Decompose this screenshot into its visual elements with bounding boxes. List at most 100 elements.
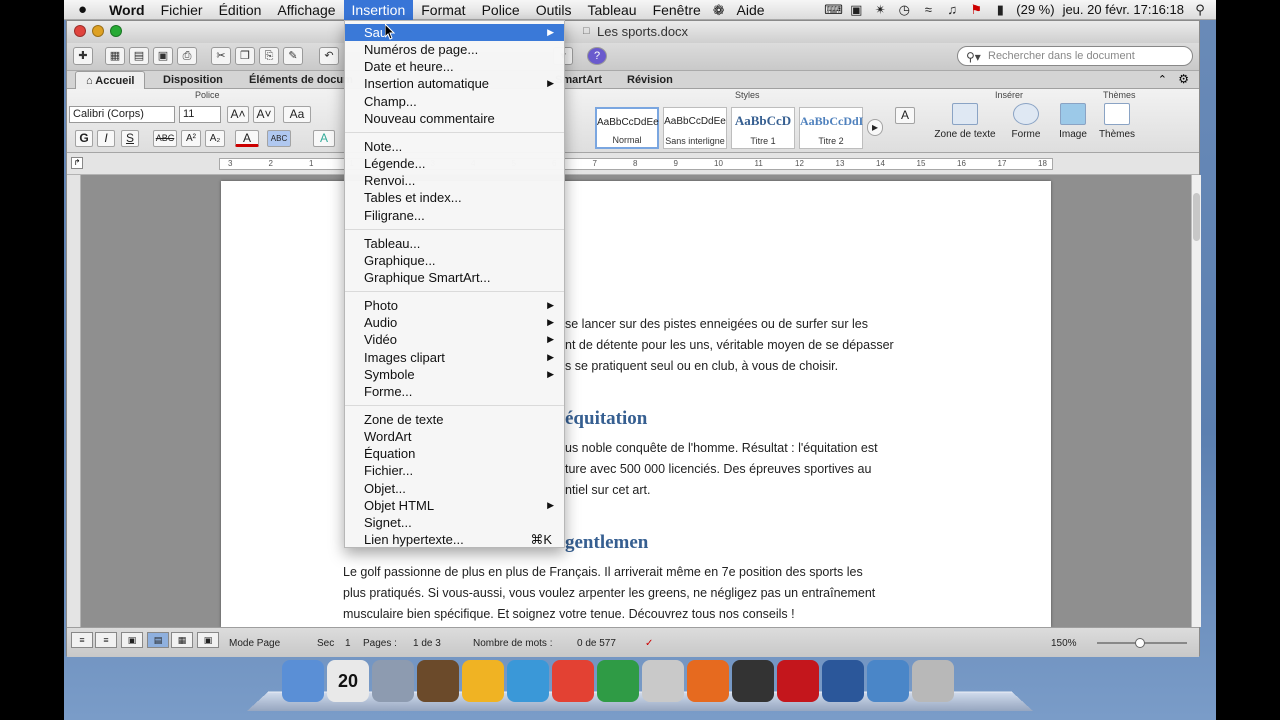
shrink-font-button[interactable]: A˅ [253,106,275,123]
view-publishing-icon[interactable]: ▣ [121,632,143,648]
menu-item[interactable]: Symbole ▶ [345,366,564,383]
menu-item[interactable]: Filigrane... [345,207,564,224]
pdf-icon[interactable] [777,660,819,702]
style-titre-2[interactable]: AaBbCcDdI Titre 2 [799,107,863,149]
menu-item[interactable]: Graphique SmartArt... [345,269,564,286]
menu-item[interactable]: Tables et index... [345,189,564,206]
view-outline-icon[interactable]: ≡ [95,632,117,648]
zoom-slider-knob[interactable] [1135,638,1145,648]
menu-item[interactable]: Insertion automatique ▶ [345,75,564,92]
keyboard-icon[interactable]: ⌨ [824,2,843,17]
help-icon[interactable]: ? [587,47,607,65]
text-styles-icon[interactable]: A [895,107,915,124]
menu-item[interactable]: Signet... [345,514,564,531]
todo-icon[interactable] [372,660,414,702]
menu-item[interactable]: Lien hypertexte... ⌘K [345,531,564,548]
clock[interactable]: jeu. 20 févr. 17:16:18 [1063,2,1184,17]
menu-item[interactable]: Fichier... [345,462,564,479]
insert-image-button[interactable]: Image [1053,103,1093,140]
menu-item[interactable]: Images clipart ▶ [345,349,564,366]
menu-item[interactable]: Champ... [345,93,564,110]
menu-item[interactable]: Date et heure... [345,58,564,75]
view-notebook-icon[interactable]: ▦ [171,632,193,648]
menu-outils[interactable]: Outils [528,0,580,20]
grow-font-button[interactable]: A˄ [227,106,249,123]
script-menu-icon[interactable]: ❁ [709,0,729,20]
vertical-scrollbar[interactable] [1191,175,1201,627]
collapse-ribbon-icon[interactable]: ⌃ [1158,73,1167,86]
tab-revision[interactable]: Révision [617,71,683,89]
view-page-icon[interactable]: ▤ [147,632,169,648]
menu-insertion[interactable]: Insertion [343,0,414,20]
copy-icon[interactable]: ❐ [235,47,255,65]
menu-item[interactable]: Zone de texte [345,411,564,428]
font-color-button[interactable]: A [235,130,259,147]
paste-icon[interactable]: ⎘ [259,47,279,65]
word-w-icon[interactable] [507,660,549,702]
word-icon[interactable] [822,660,864,702]
search-input[interactable]: ⚲▾ Rechercher dans le document [957,46,1193,66]
menu-item[interactable]: Objet HTML ▶ [345,497,564,514]
font-size-combo[interactable]: 11 [179,106,221,123]
tab-selector-icon[interactable]: ↱ [71,157,83,169]
activity-icon[interactable] [732,660,774,702]
strikethrough-button[interactable]: ABC [153,130,177,147]
superscript-button[interactable]: A² [181,130,201,147]
menu-item[interactable]: Numéros de page... [345,41,564,58]
minimize-window-button[interactable] [92,25,104,37]
menu-item[interactable]: Graphique... [345,252,564,269]
highlight-button[interactable]: ABC [267,130,291,147]
style-titre-1[interactable]: AaBbCcD Titre 1 [731,107,795,149]
trash-icon[interactable] [912,660,954,702]
menu-tableau[interactable]: Tableau [580,0,645,20]
finder-icon[interactable] [282,660,324,702]
menu-item[interactable]: Objet... [345,480,564,497]
view-draft-icon[interactable]: ≡ [71,632,93,648]
cut-icon[interactable]: ✂ [211,47,231,65]
menu-format[interactable]: Format [413,0,473,20]
menu-item[interactable]: WordArt [345,428,564,445]
menu-item[interactable]: Saut ▶ [345,24,564,41]
menu-item[interactable]: Équation [345,445,564,462]
menu-fenetre[interactable]: Fenêtre [645,0,709,20]
monitor-icon[interactable]: ▣ [848,2,864,17]
chrome-icon[interactable] [552,660,594,702]
themes-button[interactable]: Thèmes [1097,103,1137,140]
clear-format-button[interactable]: Aa [283,106,311,123]
menu-item[interactable]: Renvoi... [345,172,564,189]
excel-x-icon[interactable] [597,660,639,702]
zoom-window-button[interactable] [110,25,122,37]
bluetooth-icon[interactable]: ✴ [872,2,888,17]
menu-affichage[interactable]: Affichage [269,0,343,20]
format-painter-icon[interactable]: ✎ [283,47,303,65]
flag-icon[interactable]: ⚑ [968,2,984,17]
menu-item[interactable]: Vidéo ▶ [345,331,564,348]
menu-fichier[interactable]: Fichier [153,0,211,20]
spellcheck-icon[interactable]: ✓ [645,638,653,649]
menu-item[interactable]: Audio ▶ [345,314,564,331]
battery-icon[interactable]: ▮ [992,2,1008,17]
photos-icon[interactable] [642,660,684,702]
bold-button[interactable]: G [75,130,93,147]
open-icon[interactable]: ▤ [129,47,149,65]
menu-item[interactable]: Photo ▶ [345,297,564,314]
menu-edition[interactable]: Édition [211,0,270,20]
quicktime-icon[interactable] [867,660,909,702]
spotlight-icon[interactable]: ⚲ [1192,2,1208,17]
text-effects-button[interactable]: A [313,130,335,147]
menu-item[interactable]: Forme... [345,383,564,400]
menu-police[interactable]: Police [474,0,528,20]
ribbon-settings-icon[interactable]: ⚙ [1178,72,1189,86]
tab-disposition[interactable]: Disposition [153,71,233,89]
app-menu[interactable]: Word [101,0,153,20]
firefox-icon[interactable] [687,660,729,702]
menu-item[interactable]: Note... [345,138,564,155]
save-icon[interactable]: ▣ [153,47,173,65]
templates-icon[interactable]: ▦ [105,47,125,65]
print-icon[interactable]: ⎙ [177,47,197,65]
insert-textbox-button[interactable]: Zone de texte [933,103,997,140]
scroll-thumb[interactable] [1193,193,1200,241]
subscript-button[interactable]: A₂ [205,130,225,147]
style-sans-interligne[interactable]: AaBbCcDdEe Sans interligne [663,107,727,149]
view-focus-icon[interactable]: ▣ [197,632,219,648]
